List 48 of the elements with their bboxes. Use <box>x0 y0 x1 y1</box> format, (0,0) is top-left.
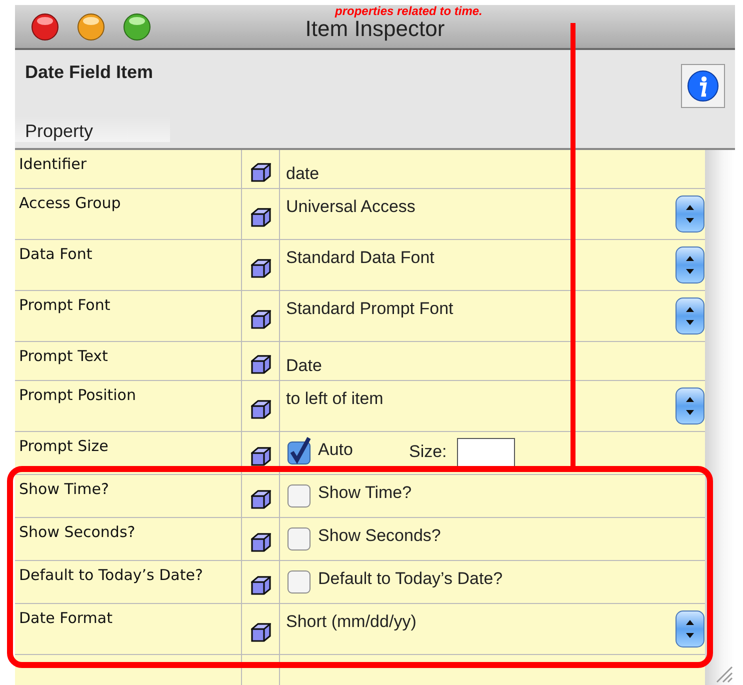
cube-icon <box>250 532 270 552</box>
property-name: Prompt Position <box>19 386 136 404</box>
popup-stepper-icon[interactable] <box>675 297 705 335</box>
cube-icon <box>250 258 270 278</box>
popup-value[interactable]: to left of item <box>286 385 384 409</box>
popup-stepper-icon[interactable] <box>675 610 705 648</box>
size-label: Size: <box>408 441 447 462</box>
popup-value[interactable]: Standard Data Font <box>286 244 434 268</box>
zoom-button[interactable] <box>122 12 152 42</box>
cube-icon <box>250 208 270 226</box>
popup-stepper-icon[interactable] <box>675 246 705 284</box>
popup-value[interactable]: Short (mm/dd/yy) <box>286 608 416 632</box>
cube-icon <box>250 310 270 328</box>
size-input-field[interactable] <box>456 438 515 468</box>
property-name: Show Time? <box>19 480 109 498</box>
popup-stepper-icon[interactable] <box>675 387 705 425</box>
window-title: Item Inspector <box>305 16 445 41</box>
property-name: Date Format <box>19 609 112 627</box>
cube-icon <box>250 162 270 182</box>
checkbox-label: Default to Today’s Date? <box>318 568 503 589</box>
cube-icon <box>250 354 270 374</box>
cube-icon <box>250 490 270 508</box>
cube-icon <box>250 622 270 642</box>
property-name: Default to Today’s Date? <box>19 566 203 584</box>
checkbox-label: Show Time? <box>318 482 412 503</box>
checkbox-label: Auto <box>318 439 353 460</box>
property-name: Prompt Font <box>19 296 110 314</box>
close-button[interactable] <box>30 12 60 42</box>
value-text: Date <box>286 355 322 376</box>
popup-stepper-icon[interactable] <box>675 195 705 233</box>
cube-icon <box>250 400 270 418</box>
popup-value[interactable]: Standard Prompt Font <box>286 295 454 319</box>
cube-icon <box>250 446 270 466</box>
popup-value[interactable]: Universal Access <box>286 193 416 217</box>
annotation-text: properties related to time. <box>335 5 482 18</box>
property-name: Show Seconds? <box>19 523 136 541</box>
property-name: Prompt Text <box>19 347 108 365</box>
property-name: Prompt Size <box>19 437 108 455</box>
info-button[interactable] <box>681 64 725 108</box>
property-name: Data Font <box>19 245 92 263</box>
minimize-button[interactable] <box>76 12 106 42</box>
item-type-label: Date Field Item <box>25 62 154 83</box>
checkbox[interactable] <box>286 436 312 466</box>
cube-icon <box>250 576 270 594</box>
property-name: Access Group <box>19 194 121 212</box>
value-text: date <box>286 163 320 184</box>
property-name: Identifier <box>19 155 87 173</box>
checkbox-label: Show Seconds? <box>318 525 441 546</box>
